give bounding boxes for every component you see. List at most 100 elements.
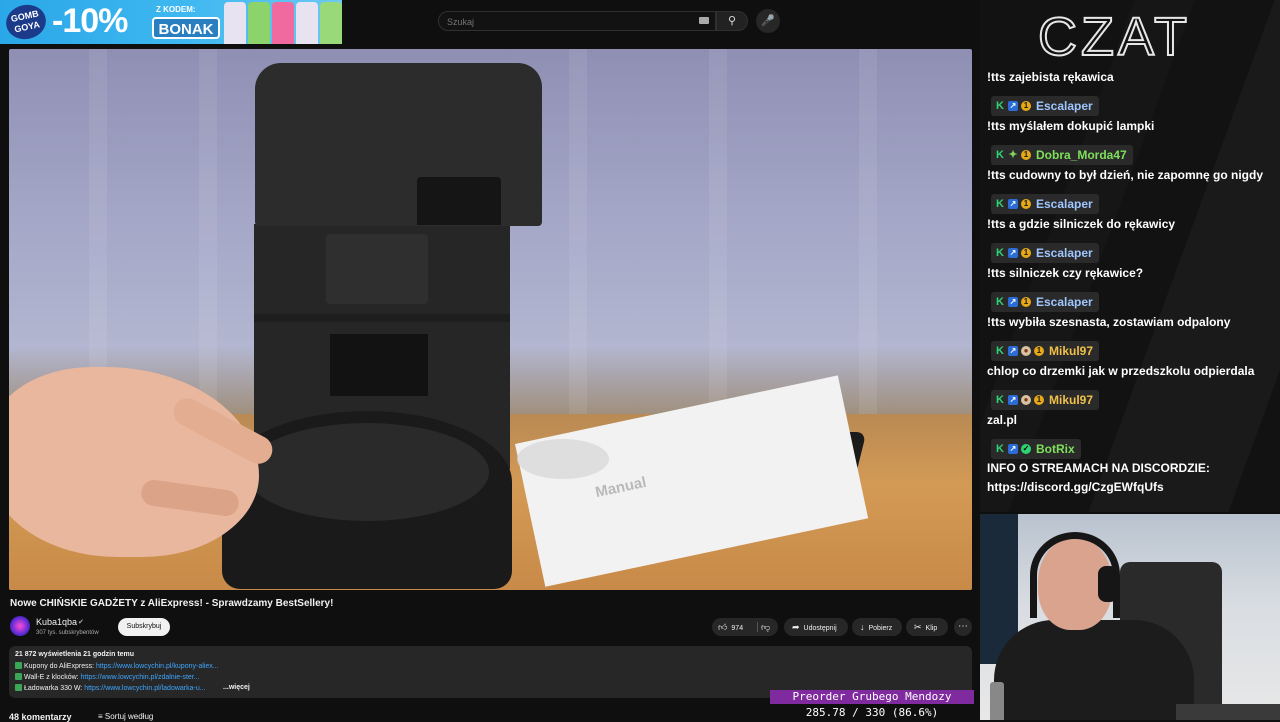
chat-username-tag[interactable]: K ↗ ● 1 Mikul97 <box>991 390 1100 410</box>
chat-username: Mikul97 <box>1049 344 1094 358</box>
verified-icon: ✔ <box>78 619 84 626</box>
subscriber-badge-icon: ↗ <box>1008 444 1018 454</box>
channel-name[interactable]: Kuba1qba <box>36 617 77 627</box>
search-input[interactable] <box>445 14 699 30</box>
kick-badge-icon: K <box>996 247 1004 259</box>
streamer-webcam <box>980 514 1280 720</box>
keyboard-icon[interactable] <box>699 17 709 24</box>
promo-banner[interactable]: GOMB GOYA -10% Z KODEM: BONAK <box>0 0 342 44</box>
microphone-icon: 🎤 <box>761 15 775 27</box>
voice-search-button[interactable]: 🎤 <box>756 9 780 33</box>
video-title: Nowe CHIŃSKIE GADŻETY z AliExpress! - Sp… <box>10 598 334 609</box>
microphone-stand <box>990 682 1004 720</box>
description-line: Kupony do AliExpress: https://www.lowcyc… <box>15 662 219 670</box>
subscriber-badge-icon: ↗ <box>1008 248 1018 258</box>
dislike-button[interactable]: 👎︎ <box>761 618 778 636</box>
clip-button[interactable]: ✂ Klip <box>906 618 948 636</box>
promo-can <box>296 2 318 44</box>
verified-bot-badge-icon: ✓ <box>1021 444 1031 454</box>
channel-avatar[interactable] <box>10 616 30 636</box>
feeder-band <box>254 314 510 322</box>
chat-message-text: INFO O STREAMACH NA DISCORDZIE: <box>987 461 1210 475</box>
description-link[interactable]: https://www.lowcychin.pl/kupony-aliex... <box>96 663 219 670</box>
like-button[interactable]: 👍︎ 974 <box>712 618 756 636</box>
chat-username-tag[interactable]: K ↗ ● 1 Mikul97 <box>991 341 1100 361</box>
chat-message-text: !tts wybiła szesnasta, zostawiam odpalon… <box>987 315 1231 329</box>
curtain-fold <box>569 49 587 419</box>
coin-badge-icon: 1 <box>1021 150 1031 160</box>
promo-can <box>248 2 270 44</box>
coin-badge-icon: 1 <box>1021 101 1031 111</box>
chat-message-text: !tts cudowny to był dzień, nie zapomnę g… <box>987 168 1264 182</box>
video-player[interactable]: Manual <box>9 49 972 590</box>
coin-badge-icon: 1 <box>1034 346 1044 356</box>
description-line: Wall-E z klocków: https://www.lowcychin.… <box>15 673 200 681</box>
headphone-earcup <box>1098 566 1118 602</box>
coin-badge-icon: 1 <box>1021 297 1031 307</box>
kick-badge-icon: K <box>996 345 1004 357</box>
chat-message-text: !tts zajebista rękawica <box>987 70 1114 84</box>
promo-brand-logo: GOMB GOYA <box>2 1 50 43</box>
stream-chat-panel: CZAT !tts zajebista rękawica K ↗ 1 Escalape… <box>980 0 1280 512</box>
hand <box>9 367 259 557</box>
check-icon <box>15 684 22 691</box>
chat-username-tag[interactable]: K ↗ 1 Escalaper <box>991 96 1099 116</box>
download-button[interactable]: ↓ Pobierz <box>852 618 902 636</box>
feeder-bowl-inner <box>245 423 489 521</box>
kick-badge-icon: K <box>996 149 1004 161</box>
chat-username-tag[interactable]: K ↗ ✓ BotRix <box>991 439 1081 459</box>
like-dislike-group: 👍︎ 974 👎︎ <box>712 618 778 636</box>
like-divider <box>757 622 758 632</box>
download-icon: ↓ <box>860 622 865 632</box>
subscriber-count: 307 tys. subskrybentów <box>36 630 99 636</box>
search-button[interactable]: ⚲ <box>716 11 748 31</box>
subscriber-badge-icon: ↗ <box>1008 297 1018 307</box>
feeder-slot <box>417 177 501 225</box>
curtain-fold <box>199 49 217 419</box>
promo-can <box>272 2 294 44</box>
like-count: 974 <box>731 625 744 632</box>
kick-badge-icon: K <box>996 296 1004 308</box>
chat-message-text: !tts a gdzie silniczek do rękawicy <box>987 217 1176 231</box>
search-box[interactable] <box>438 11 716 31</box>
clip-label: Klip <box>925 625 938 632</box>
chat-username: Escalaper <box>1036 295 1093 309</box>
donation-goal-label: Preorder Grubego Mendozy <box>770 690 974 704</box>
kick-badge-icon: K <box>996 443 1004 455</box>
description-link[interactable]: https://www.lowcychin.pl/zdalnie-ster... <box>81 674 200 681</box>
chat-username-tag[interactable]: K ↗ 1 Escalaper <box>991 243 1099 263</box>
webcam-streamer-body <box>994 620 1194 720</box>
thumbs-up-icon: 👍︎ <box>718 622 728 632</box>
share-button[interactable]: ➦ Udostępnij <box>784 618 848 636</box>
feeder-control-panel <box>326 234 428 304</box>
subscriber-badge-icon: ↗ <box>1008 395 1018 405</box>
kick-badge-icon: K <box>996 100 1004 112</box>
skull-badge-icon: ● <box>1021 395 1031 405</box>
star-badge-icon: ✦ <box>1008 149 1018 161</box>
chat-message-link[interactable]: https://discord.gg/CzgEWfqUfs <box>987 480 1164 494</box>
plastic-bag <box>517 439 609 479</box>
thumbs-down-icon: 👎︎ <box>761 622 771 632</box>
comments-count: 48 komentarzy <box>9 712 72 722</box>
chat-title: CZAT <box>1037 6 1191 68</box>
subscribe-button[interactable]: Subskrybuj <box>118 618 170 636</box>
kick-badge-icon: K <box>996 394 1004 406</box>
chat-message-text: !tts myślałem dokupić lampki <box>987 119 1155 133</box>
show-more-link[interactable]: ...więcej <box>223 684 250 691</box>
skull-badge-icon: ● <box>1021 346 1031 356</box>
chat-username: Escalaper <box>1036 246 1093 260</box>
description-link[interactable]: https://www.lowcychin.pl/ladowarka-u... <box>84 685 205 692</box>
chat-message-text: zal.pl <box>987 413 1018 427</box>
view-stats: 21 872 wyświetlenia 21 godzin temu <box>15 651 135 658</box>
promo-code: BONAK <box>152 17 220 39</box>
chat-username-tag[interactable]: K ↗ 1 Escalaper <box>991 194 1099 214</box>
share-label: Udostępnij <box>803 625 837 632</box>
download-label: Pobierz <box>868 625 893 632</box>
feeder-chute <box>330 334 428 396</box>
donation-goal-progress: 285.78 / 330 (86.6%) <box>805 706 939 719</box>
more-actions-button[interactable]: ⋯ <box>954 618 972 636</box>
chat-username-tag[interactable]: K ✦ 1 Dobra_Morda47 <box>991 145 1133 165</box>
share-icon: ➦ <box>792 622 800 632</box>
curtain-fold <box>859 49 877 419</box>
chat-username-tag[interactable]: K ↗ 1 Escalaper <box>991 292 1099 312</box>
